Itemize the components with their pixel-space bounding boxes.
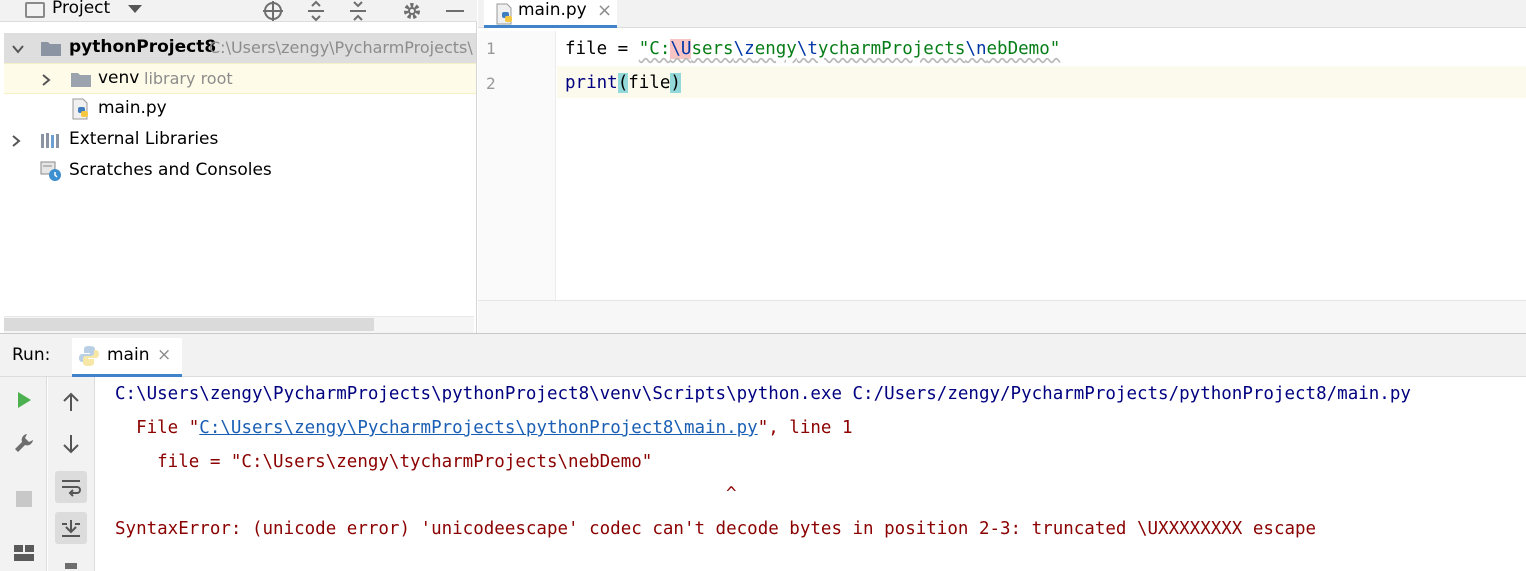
- rerun-icon[interactable]: [8, 384, 40, 416]
- run-label: Run:: [12, 345, 51, 365]
- line-number-gutter: 1 2: [478, 31, 556, 300]
- tree-item-label: External Libraries: [69, 129, 219, 149]
- project-tool-window: Project pythonProject8 C:\Users\zengy\Py…: [0, 0, 477, 333]
- console-source-line: file = "C:\Users\zengy\tycharmProjects\n…: [115, 452, 653, 472]
- tree-item-label: Scratches and Consoles: [69, 160, 272, 180]
- code-token: engy: [754, 39, 797, 59]
- scratches-icon: [40, 161, 61, 181]
- run-header: Run: main ×: [0, 334, 1526, 377]
- line-number: 1: [486, 39, 496, 58]
- minimize-icon[interactable]: [442, 0, 468, 22]
- code-token: ebDemo": [986, 39, 1061, 59]
- layout-icon[interactable]: [8, 537, 40, 569]
- run-toolbar-secondary: [48, 377, 95, 571]
- tree-item-project-root[interactable]: pythonProject8 C:\Users\zengy\PycharmPro…: [4, 33, 476, 64]
- code-token: file =: [565, 39, 639, 59]
- chevron-right-icon[interactable]: [38, 72, 54, 88]
- folder-icon: [41, 42, 61, 56]
- tree-item-label: venv: [98, 68, 140, 88]
- project-folder-icon: [25, 2, 45, 18]
- run-tab-main[interactable]: main ×: [72, 338, 182, 377]
- tree-item-external-libraries[interactable]: External Libraries: [4, 125, 476, 156]
- print-icon[interactable]: [55, 555, 87, 571]
- tree-item-scratches[interactable]: Scratches and Consoles: [4, 156, 476, 187]
- current-line-highlight: [557, 66, 1526, 98]
- gear-icon[interactable]: [399, 0, 425, 22]
- wrench-icon[interactable]: [8, 427, 40, 459]
- code-editor[interactable]: main.py × 1 2 file = "C:\Users\zengy\tyc…: [478, 0, 1526, 333]
- console-text: File ": [115, 418, 200, 438]
- code-line-2[interactable]: print(file): [565, 67, 681, 99]
- console-text: ", line 1: [757, 418, 853, 438]
- close-icon[interactable]: ×: [157, 345, 171, 365]
- escape-sequence: \z: [733, 39, 755, 59]
- library-icon: [41, 133, 59, 148]
- builtin-function: print: [565, 73, 618, 93]
- tree-item-label: pythonProject8: [69, 37, 217, 57]
- scrollbar-thumb[interactable]: [4, 318, 374, 331]
- tab-label: main.py: [518, 0, 587, 20]
- project-view-selector[interactable]: Project: [52, 0, 110, 18]
- scroll-to-end-icon[interactable]: [55, 512, 87, 544]
- arrow-down-icon[interactable]: [55, 428, 87, 460]
- run-tab-label: main: [107, 345, 150, 365]
- console-command-line: C:\Users\zengy\PycharmProjects\pythonPro…: [115, 384, 1411, 404]
- chevron-down-icon[interactable]: [10, 41, 26, 57]
- file-link[interactable]: C:\Users\zengy\PycharmProjects\pythonPro…: [199, 418, 757, 438]
- code-token: ycharmProjects: [817, 39, 966, 59]
- string-token: "C:\Users\zengy\tycharmProjects\nebDemo": [638, 39, 1061, 59]
- bracket-match: (: [617, 73, 629, 93]
- console-traceback-line: File "C:\Users\zengy\PycharmProjects\pyt…: [115, 418, 853, 438]
- stop-icon[interactable]: [8, 483, 40, 515]
- python-icon: [79, 346, 99, 366]
- editor-scroll-area: [478, 300, 1526, 333]
- tree-item-hint: library root: [144, 69, 233, 88]
- expand-all-icon[interactable]: [303, 0, 329, 22]
- crosshair-icon[interactable]: [260, 0, 286, 22]
- tree-item-venv[interactable]: venv library root: [4, 63, 476, 94]
- soft-wrap-icon[interactable]: [55, 471, 87, 503]
- line-number: 2: [486, 74, 496, 93]
- collapse-all-icon[interactable]: [345, 0, 371, 22]
- chevron-right-icon[interactable]: [8, 133, 24, 149]
- console-caret: ^: [726, 484, 737, 504]
- run-tool-window: Run: main × C:\Users\zengy\PycharmProjec…: [0, 333, 1526, 571]
- run-toolbar-primary: [0, 377, 47, 571]
- folder-icon: [71, 73, 91, 87]
- chevron-down-icon[interactable]: [128, 5, 142, 13]
- tree-item-main-py[interactable]: main.py: [4, 94, 476, 125]
- tree-item-label: main.py: [98, 98, 167, 118]
- bracket-match: ): [670, 73, 681, 93]
- tab-main-py[interactable]: main.py ×: [484, 0, 617, 28]
- code-token: file: [628, 73, 671, 93]
- code-token: sers: [691, 39, 734, 59]
- invalid-escape: \U: [670, 39, 692, 59]
- escape-sequence: \n: [965, 39, 987, 59]
- tree-item-path: C:\Users\zengy\PycharmProjects\: [209, 38, 473, 57]
- code-token: "C:: [638, 39, 671, 59]
- project-header: Project: [0, 0, 477, 22]
- arrow-up-icon[interactable]: [55, 386, 87, 418]
- console-error-line: SyntaxError: (unicode error) 'unicodeesc…: [115, 519, 1317, 539]
- code-line-1[interactable]: file = "C:\Users\zengy\tycharmProjects\n…: [565, 33, 1060, 65]
- python-file-icon: [496, 3, 512, 25]
- close-icon[interactable]: ×: [597, 0, 612, 21]
- python-file-icon: [72, 98, 88, 120]
- escape-sequence: \t: [796, 39, 818, 59]
- editor-tab-bar: main.py ×: [478, 0, 1526, 28]
